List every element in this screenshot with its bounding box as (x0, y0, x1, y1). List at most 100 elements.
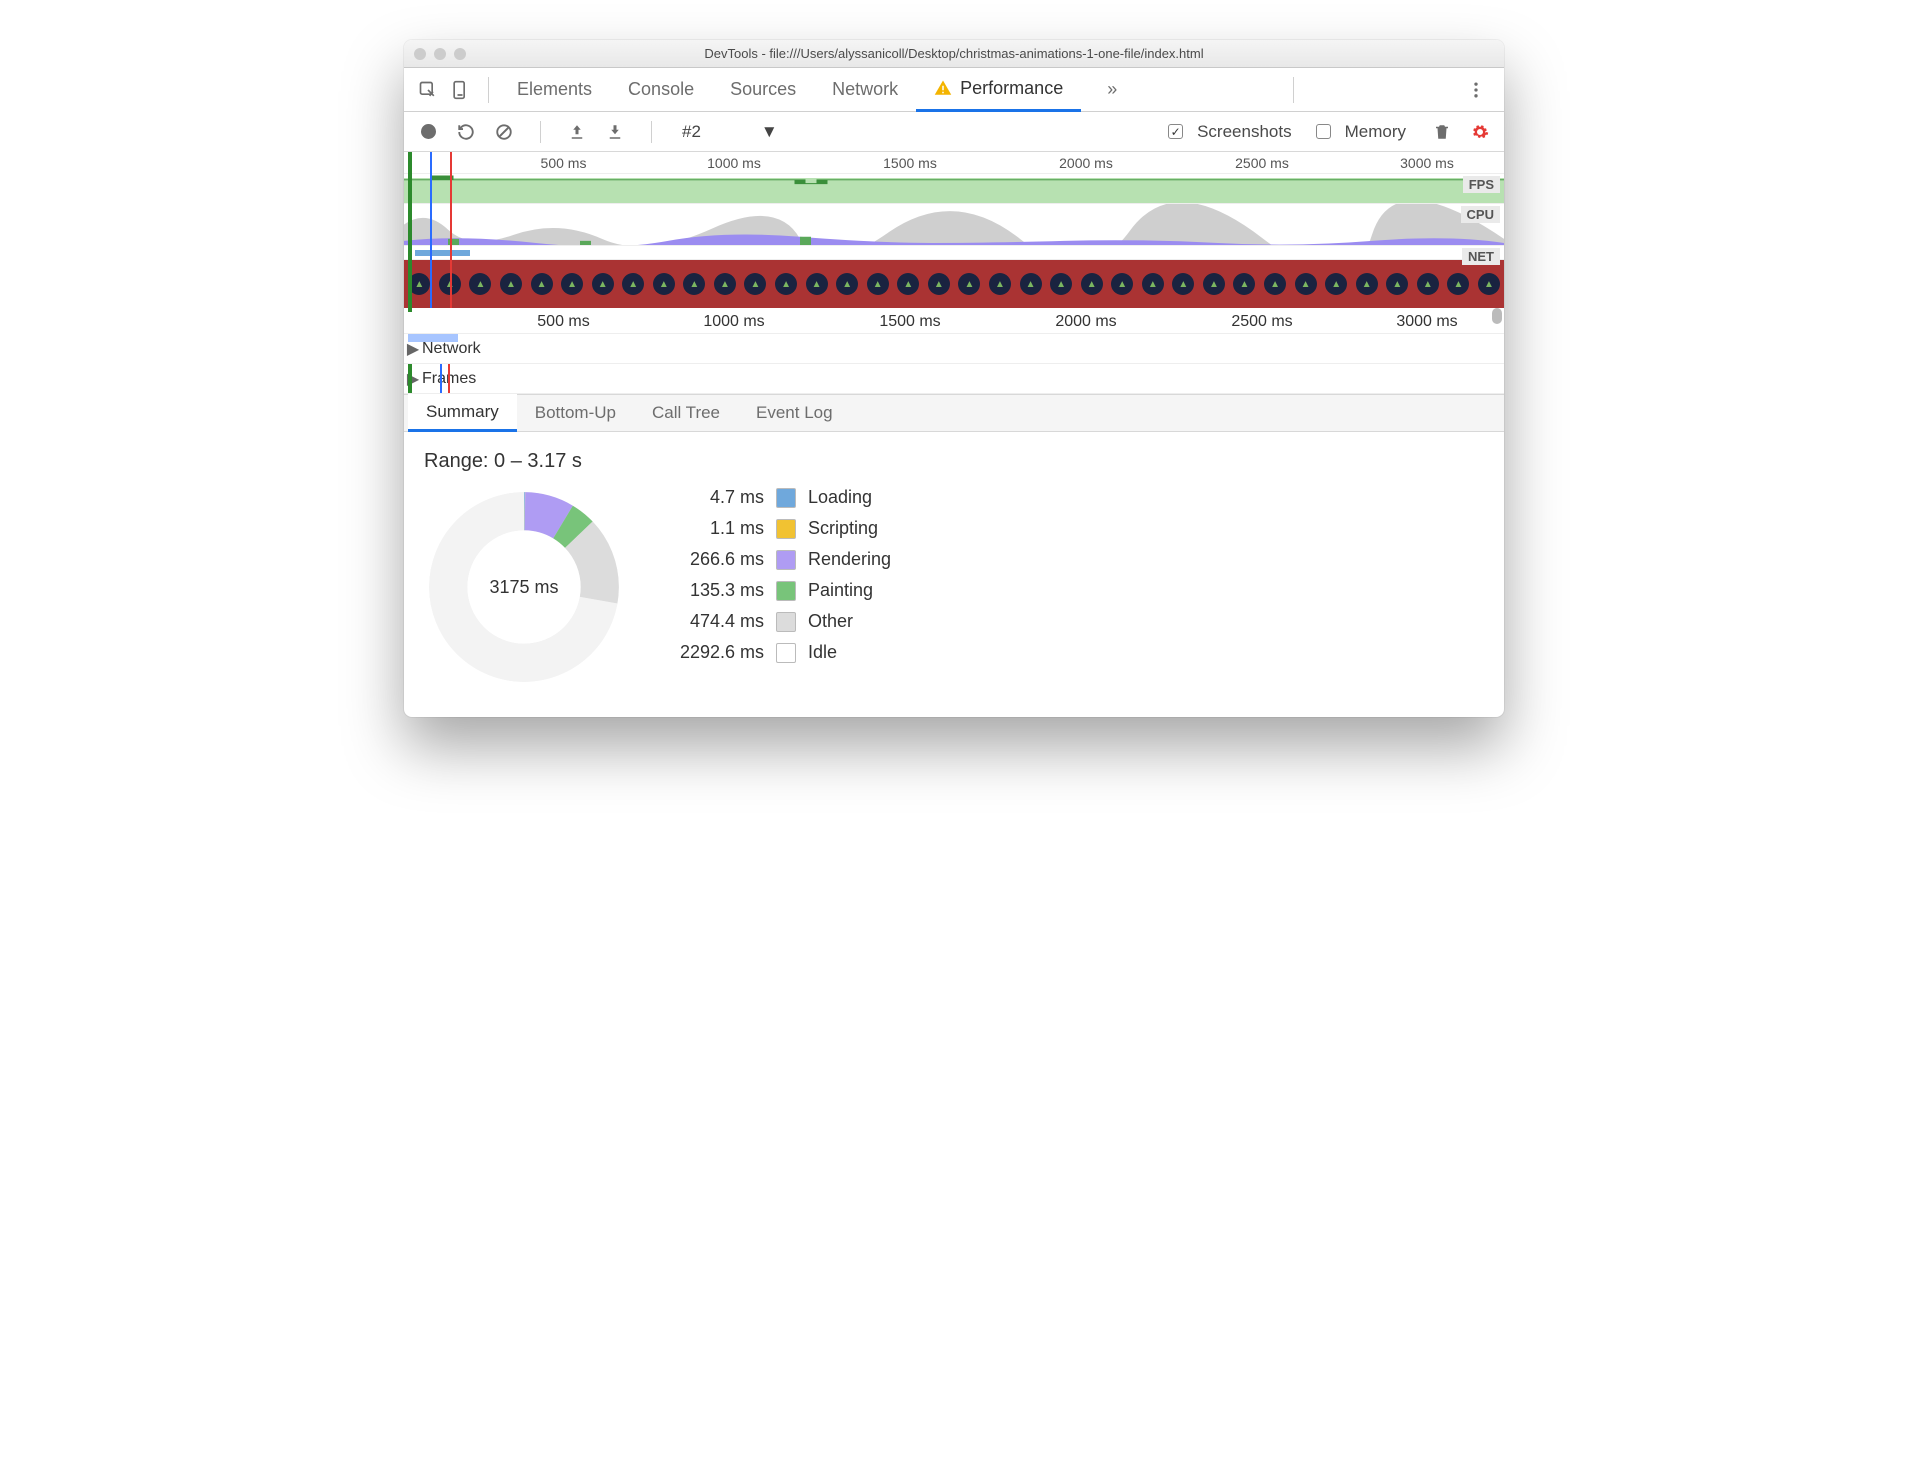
record-button[interactable] (416, 120, 440, 144)
screenshot-thumb[interactable]: ▲ (650, 260, 679, 308)
tab-elements[interactable]: Elements (499, 68, 610, 112)
disclosure-triangle-icon[interactable]: ▶ (404, 369, 422, 389)
cpu-label: CPU (1461, 206, 1500, 223)
kebab-menu-icon[interactable] (1462, 76, 1490, 104)
reload-record-button[interactable] (454, 120, 478, 144)
ruler-tick: 500 ms (541, 155, 587, 171)
close-dot[interactable] (414, 48, 426, 60)
screenshot-thumb[interactable]: ▲ (741, 260, 770, 308)
profile-selector[interactable]: #2 ▼ (676, 120, 784, 144)
legend-name: Other (808, 611, 853, 632)
screenshot-thumb[interactable]: ▲ (986, 260, 1015, 308)
range-text: Range: 0 – 3.17 s (424, 450, 1484, 473)
screenshot-thumb[interactable]: ▲ (863, 260, 892, 308)
tab-console[interactable]: Console (610, 68, 712, 112)
screenshot-thumb[interactable]: ▲ (1169, 260, 1198, 308)
fps-label: FPS (1463, 176, 1500, 193)
divider (488, 77, 489, 103)
save-profile-button[interactable] (603, 120, 627, 144)
capture-settings-icon[interactable] (1468, 120, 1492, 144)
memory-checkbox[interactable] (1316, 124, 1331, 139)
screenshot-thumb[interactable]: ▲ (497, 260, 526, 308)
max-dot[interactable] (454, 48, 466, 60)
screenshot-thumb[interactable]: ▲ (1077, 260, 1106, 308)
screenshot-thumb[interactable]: ▲ (1200, 260, 1229, 308)
tab-network[interactable]: Network (814, 68, 916, 112)
screenshot-thumb[interactable]: ▲ (680, 260, 709, 308)
cpu-lane: CPU (404, 204, 1504, 246)
load-profile-button[interactable] (565, 120, 589, 144)
screenshot-thumb[interactable]: ▲ (1139, 260, 1168, 308)
screenshot-thumb[interactable]: ▲ (1230, 260, 1259, 308)
legend-row: 2292.6 msIdle (664, 642, 891, 663)
screenshot-thumb[interactable]: ▲ (1322, 260, 1351, 308)
summary-donut-chart: 3175 ms (424, 487, 624, 687)
min-dot[interactable] (434, 48, 446, 60)
screenshot-thumb[interactable]: ▲ (1291, 260, 1320, 308)
legend-row: 474.4 msOther (664, 611, 891, 632)
screenshot-thumb[interactable]: ▲ (925, 260, 954, 308)
tab-sources[interactable]: Sources (712, 68, 814, 112)
load-marker (448, 364, 450, 393)
screenshot-thumb[interactable]: ▲ (833, 260, 862, 308)
inspect-icon[interactable] (414, 76, 442, 104)
screenshot-thumb[interactable]: ▲ (955, 260, 984, 308)
legend-name: Loading (808, 487, 872, 508)
screenshot-thumb[interactable]: ▲ (527, 260, 556, 308)
screenshot-thumb[interactable]: ▲ (1383, 260, 1412, 308)
screenshot-thumb[interactable]: ▲ (1352, 260, 1381, 308)
frame-marker (408, 152, 412, 312)
legend-name: Idle (808, 642, 837, 663)
device-toggle-icon[interactable] (446, 76, 474, 104)
divider (651, 121, 652, 143)
flamechart-ruler[interactable]: 500 ms 1000 ms 1500 ms 2000 ms 2500 ms 3… (404, 308, 1504, 334)
legend-ms: 1.1 ms (664, 518, 764, 539)
screenshot-thumb[interactable]: ▲ (619, 260, 648, 308)
legend-ms: 4.7 ms (664, 487, 764, 508)
screenshot-thumb[interactable]: ▲ (772, 260, 801, 308)
overview-pane[interactable]: 500 ms 1000 ms 1500 ms 2000 ms 2500 ms 3… (404, 152, 1504, 308)
screenshot-thumb[interactable]: ▲ (1047, 260, 1076, 308)
screenshots-checkbox[interactable] (1168, 124, 1183, 139)
tab-bottom-up[interactable]: Bottom-Up (517, 394, 634, 432)
screenshot-thumb[interactable]: ▲ (711, 260, 740, 308)
ruler-tick: 2000 ms (1059, 155, 1113, 171)
tab-event-log[interactable]: Event Log (738, 394, 851, 432)
fps-lane: FPS (404, 174, 1504, 204)
more-tabs-button[interactable]: » (1089, 68, 1135, 112)
ruler-tick: 500 ms (537, 313, 589, 331)
tab-summary[interactable]: Summary (408, 394, 517, 432)
screenshot-thumb[interactable]: ▲ (1016, 260, 1045, 308)
tab-performance[interactable]: Performance (916, 68, 1081, 112)
main-tabstrip: Elements Console Sources Network Perform… (404, 68, 1504, 112)
screenshots-label: Screenshots (1197, 122, 1292, 142)
frame-marker (408, 364, 412, 393)
screenshot-thumb[interactable]: ▲ (894, 260, 923, 308)
load-marker (450, 152, 452, 308)
frames-track[interactable]: ▶ Frames (404, 364, 1504, 394)
legend-name: Rendering (808, 549, 891, 570)
devtools-window: DevTools - file:///Users/alyssanicoll/De… (404, 40, 1504, 717)
screenshot-thumb[interactable]: ▲ (802, 260, 831, 308)
screenshot-thumb[interactable]: ▲ (1414, 260, 1443, 308)
screenshot-thumb[interactable]: ▲ (558, 260, 587, 308)
screenshot-thumb[interactable]: ▲ (466, 260, 495, 308)
trash-icon[interactable] (1430, 120, 1454, 144)
screenshot-thumb[interactable]: ▲ (1108, 260, 1137, 308)
screenshot-thumb[interactable]: ▲ (588, 260, 617, 308)
dcl-marker (430, 152, 432, 308)
screenshot-filmstrip[interactable]: ▲▲▲▲▲▲▲▲▲▲▲▲▲▲▲▲▲▲▲▲▲▲▲▲▲▲▲▲▲▲▲▲▲▲▲▲ (404, 260, 1504, 308)
screenshot-thumb[interactable]: ▲ (1261, 260, 1290, 308)
overview-ruler[interactable]: 500 ms 1000 ms 1500 ms 2000 ms 2500 ms 3… (404, 152, 1504, 174)
clear-button[interactable] (492, 120, 516, 144)
ruler-tick: 2500 ms (1231, 313, 1292, 331)
tab-call-tree[interactable]: Call Tree (634, 394, 738, 432)
network-track[interactable]: ▶ Network (404, 334, 1504, 364)
scrollbar[interactable] (1492, 308, 1502, 324)
screenshot-thumb[interactable]: ▲ (1444, 260, 1473, 308)
screenshot-thumb[interactable]: ▲ (1475, 260, 1504, 308)
memory-label: Memory (1345, 122, 1406, 142)
legend-swatch (776, 643, 796, 663)
donut-total: 3175 ms (424, 487, 624, 687)
summary-panel: Range: 0 – 3.17 s 3175 ms 4.7 ms Loading 1… (404, 432, 1504, 717)
